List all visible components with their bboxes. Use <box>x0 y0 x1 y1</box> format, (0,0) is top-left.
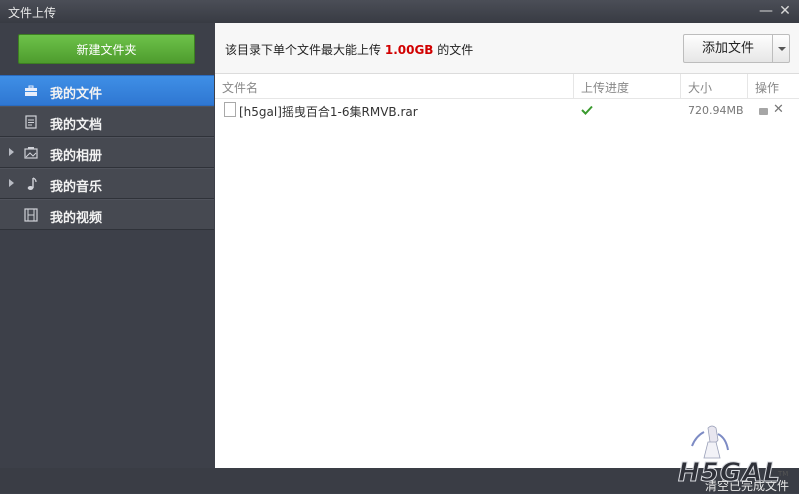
sidebar-item-label: 我的文件 <box>50 87 103 102</box>
column-header-actions: 操作 <box>755 81 780 95</box>
toolbar: 该目录下单个文件最大能上传 1.00GB 的文件 添加文件 <box>215 23 799 74</box>
file-name: [h5gal]摇曳百合1-6集RMVB.rar <box>239 105 418 119</box>
sidebar-nav: 我的文件 我的文档 我的相册 我的音乐 我的视频 <box>0 75 214 230</box>
column-header-size[interactable]: 大小 <box>688 79 712 96</box>
film-icon <box>24 208 38 222</box>
sidebar-item-label: 我的文档 <box>50 118 103 133</box>
music-note-icon <box>27 177 37 190</box>
sidebar-item-label: 我的音乐 <box>50 180 103 195</box>
column-header-filename[interactable]: 文件名 <box>222 79 258 96</box>
new-folder-button[interactable]: 新建文件夹 <box>18 34 195 64</box>
column-divider[interactable] <box>747 74 748 98</box>
remove-icon[interactable]: ✕ <box>773 102 784 117</box>
sidebar-item-my-videos[interactable]: 我的视频 <box>0 199 214 230</box>
sidebar-item-my-documents[interactable]: 我的文档 <box>0 106 214 137</box>
watermark-text: H5GAL <box>678 458 781 489</box>
column-header-progress[interactable]: 上传进度 <box>581 79 629 96</box>
watermark-logo: H5GAL TM <box>668 422 789 489</box>
open-folder-icon[interactable] <box>759 108 768 115</box>
sidebar-item-label: 我的相册 <box>50 149 103 164</box>
main-panel: 该目录下单个文件最大能上传 1.00GB 的文件 添加文件 文件名 上传进度 大… <box>215 23 799 468</box>
sidebar: 新建文件夹 我的文件 我的文档 我的相册 我的音乐 我的视频 <box>0 23 214 468</box>
file-table-header: 文件名 上传进度 大小 操作 <box>215 74 799 99</box>
window-title: 文件上传 <box>8 6 57 20</box>
add-file-dropdown-button[interactable] <box>772 34 790 63</box>
document-icon <box>25 115 37 129</box>
checkmark-icon <box>581 105 593 115</box>
sidebar-item-label: 我的视频 <box>50 211 103 226</box>
table-row[interactable]: [h5gal]摇曳百合1-6集RMVB.rar 720.94MB ✕ <box>215 99 799 125</box>
column-divider[interactable] <box>573 74 574 98</box>
photo-album-icon <box>24 147 38 159</box>
notice-prefix: 该目录下单个文件最大能上传 <box>225 43 382 57</box>
notice-suffix: 的文件 <box>437 43 474 57</box>
file-icon <box>224 102 236 117</box>
sidebar-item-my-music[interactable]: 我的音乐 <box>0 168 214 199</box>
file-size: 720.94MB <box>688 104 744 117</box>
expand-arrow-icon[interactable] <box>9 148 14 156</box>
column-divider[interactable] <box>680 74 681 98</box>
sidebar-item-my-albums[interactable]: 我的相册 <box>0 137 214 168</box>
briefcase-icon <box>25 85 37 96</box>
close-button[interactable]: ✕ <box>777 2 793 20</box>
expand-arrow-icon[interactable] <box>9 179 14 187</box>
watermark-tm: TM <box>778 470 789 478</box>
upload-limit-value: 1.00GB <box>384 43 434 57</box>
upload-limit-notice: 该目录下单个文件最大能上传 1.00GB 的文件 <box>225 41 473 58</box>
title-bar: 文件上传 — ✕ <box>0 0 799 23</box>
add-file-button[interactable]: 添加文件 <box>683 34 773 63</box>
minimize-button[interactable]: — <box>758 2 774 20</box>
sidebar-item-my-files[interactable]: 我的文件 <box>0 75 214 106</box>
